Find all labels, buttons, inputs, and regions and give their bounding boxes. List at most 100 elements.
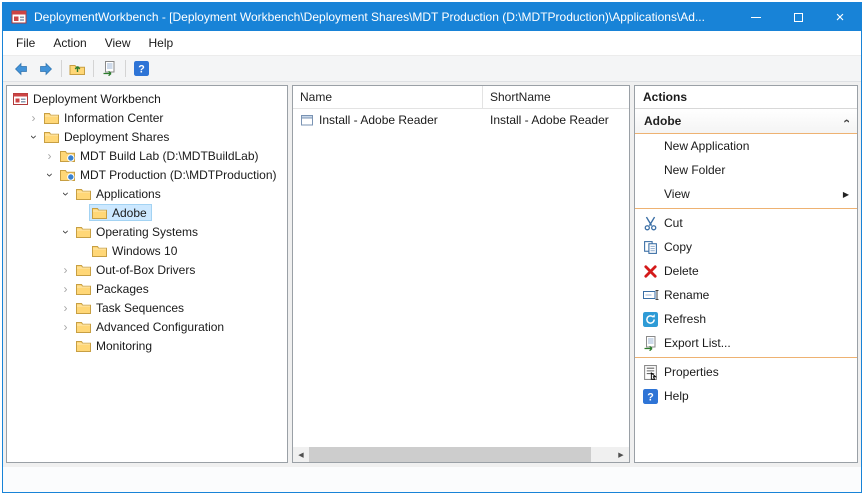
tree-item-adobe[interactable]: Adobe bbox=[7, 203, 287, 222]
folder-share-icon bbox=[60, 168, 75, 181]
tree-item-label: Advanced Configuration bbox=[96, 321, 224, 333]
action-help[interactable]: ?Help bbox=[635, 384, 857, 408]
menu-view[interactable]: View bbox=[96, 31, 140, 55]
tree-item-applications[interactable]: ›Applications bbox=[7, 184, 287, 203]
menu-file[interactable]: File bbox=[7, 31, 44, 55]
export-list-button[interactable] bbox=[97, 57, 122, 80]
action-properties[interactable]: Properties bbox=[635, 360, 857, 384]
window-title: DeploymentWorkbench - [Deployment Workbe… bbox=[34, 10, 735, 24]
tree-item-content[interactable]: MDT Production (D:\MDTProduction) bbox=[57, 166, 282, 183]
tree-item-label: Out-of-Box Drivers bbox=[96, 264, 195, 276]
menu-action[interactable]: Action bbox=[44, 31, 95, 55]
menu-help[interactable]: Help bbox=[140, 31, 183, 55]
scroll-left-button[interactable]: ◀ bbox=[293, 447, 309, 462]
chevron-collapsed-icon[interactable]: › bbox=[58, 301, 73, 315]
scroll-right-button[interactable]: ▶ bbox=[613, 447, 629, 462]
chevron-expanded-icon[interactable]: › bbox=[42, 168, 57, 182]
action-copy[interactable]: Copy bbox=[635, 235, 857, 259]
chevron-expanded-icon[interactable]: › bbox=[58, 225, 73, 239]
action-refresh[interactable]: Refresh bbox=[635, 307, 857, 331]
column-header-shortname[interactable]: ShortName bbox=[483, 86, 629, 108]
tree-item-content[interactable]: Adobe bbox=[89, 204, 152, 221]
help-button[interactable]: ? bbox=[129, 57, 154, 80]
tree-item-out-of-box-drivers[interactable]: › Out-of-Box Drivers bbox=[7, 260, 287, 279]
tree-item-label: Task Sequences bbox=[96, 302, 184, 314]
actions-group-header-adobe[interactable]: Adobe › bbox=[635, 109, 857, 134]
action-label: New Application bbox=[664, 140, 749, 152]
tree-item-windows-10[interactable]: Windows 10 bbox=[7, 241, 287, 260]
tree-item-content[interactable]: Advanced Configuration bbox=[73, 318, 229, 335]
title-bar[interactable]: DeploymentWorkbench - [Deployment Workbe… bbox=[3, 3, 861, 31]
collapse-group-icon[interactable]: › bbox=[839, 119, 853, 123]
minimize-icon bbox=[751, 17, 761, 18]
maximize-button[interactable] bbox=[777, 3, 819, 31]
tree-item-content[interactable]: Task Sequences bbox=[73, 299, 189, 316]
mmc-app-icon bbox=[11, 9, 27, 25]
list-item-name-text: Install - Adobe Reader bbox=[319, 113, 438, 127]
tree-item-content[interactable]: Deployment Shares bbox=[41, 128, 174, 145]
close-icon: × bbox=[836, 10, 845, 25]
tree-item-content[interactable]: Packages bbox=[73, 280, 154, 297]
tree-item-deployment-workbench[interactable]: Deployment Workbench bbox=[7, 89, 287, 108]
action-label: Properties bbox=[664, 366, 719, 378]
close-button[interactable]: × bbox=[819, 3, 861, 31]
action-delete[interactable]: Delete bbox=[635, 259, 857, 283]
workbench-icon bbox=[13, 92, 28, 106]
actions-group-label: Adobe bbox=[644, 114, 681, 128]
action-cut[interactable]: Cut bbox=[635, 211, 857, 235]
tree-item-content[interactable]: Information Center bbox=[41, 109, 168, 126]
action-view[interactable]: View▶ bbox=[635, 182, 857, 206]
chevron-collapsed-icon[interactable]: › bbox=[58, 263, 73, 277]
up-one-level-icon bbox=[69, 61, 86, 76]
tree-item-label: MDT Production (D:\MDTProduction) bbox=[80, 169, 277, 181]
chevron-expanded-icon[interactable]: › bbox=[58, 187, 73, 201]
tree-item-task-sequences[interactable]: › Task Sequences bbox=[7, 298, 287, 317]
back-icon bbox=[13, 61, 29, 77]
tree-item-content[interactable]: Monitoring bbox=[73, 337, 157, 354]
chevron-collapsed-icon[interactable]: › bbox=[42, 149, 57, 163]
action-rename[interactable]: Rename bbox=[635, 283, 857, 307]
chevron-collapsed-icon[interactable]: › bbox=[58, 320, 73, 334]
export-list-icon bbox=[102, 61, 117, 76]
folder-icon bbox=[76, 320, 91, 333]
tree-item-content[interactable]: MDT Build Lab (D:\MDTBuildLab) bbox=[57, 147, 264, 164]
tree-item-content[interactable]: Windows 10 bbox=[89, 242, 182, 259]
action-new-folder[interactable]: New Folder bbox=[635, 158, 857, 182]
tree-item-operating-systems[interactable]: ›Operating Systems bbox=[7, 222, 287, 241]
folder-icon bbox=[76, 225, 91, 238]
chevron-expanded-icon[interactable]: › bbox=[26, 130, 41, 144]
column-header-name[interactable]: Name bbox=[293, 86, 483, 108]
tree-item-content[interactable]: Operating Systems bbox=[73, 223, 203, 240]
up-one-level-button[interactable] bbox=[65, 57, 90, 80]
tree-item-content[interactable]: Out-of-Box Drivers bbox=[73, 261, 200, 278]
forward-button[interactable] bbox=[33, 57, 58, 80]
tree-item-information-center[interactable]: ›Information Center bbox=[7, 108, 287, 127]
forward-icon bbox=[38, 61, 54, 77]
action-export-list[interactable]: Export List... bbox=[635, 331, 857, 355]
status-bar bbox=[3, 466, 861, 492]
chevron-collapsed-icon[interactable]: › bbox=[58, 282, 73, 296]
list-item-install-adobe-reader[interactable]: Install - Adobe ReaderInstall - Adobe Re… bbox=[293, 109, 629, 130]
folder-icon bbox=[44, 111, 59, 124]
tree-item-content[interactable]: Applications bbox=[73, 185, 166, 202]
tree-item-monitoring[interactable]: Monitoring bbox=[7, 336, 287, 355]
tree-item-label: Deployment Workbench bbox=[33, 93, 161, 105]
action-new-application[interactable]: New Application bbox=[635, 134, 857, 158]
refresh-icon bbox=[643, 312, 664, 327]
tree-item-advanced-configuration[interactable]: › Advanced Configuration bbox=[7, 317, 287, 336]
action-label: Cut bbox=[664, 217, 683, 229]
scrollbar-thumb[interactable] bbox=[309, 447, 591, 462]
tree-item-packages[interactable]: ›Packages bbox=[7, 279, 287, 298]
chevron-collapsed-icon[interactable]: › bbox=[26, 111, 41, 125]
tree-item-mdt-production-d-mdtproduction[interactable]: › MDT Production (D:\MDTProduction) bbox=[7, 165, 287, 184]
tree-item-deployment-shares[interactable]: ›Deployment Shares bbox=[7, 127, 287, 146]
tree-item-content[interactable]: Deployment Workbench bbox=[10, 90, 166, 108]
back-button[interactable] bbox=[8, 57, 33, 80]
action-label: Export List... bbox=[664, 337, 731, 349]
tree-item-mdt-build-lab-d-mdtbuildlab[interactable]: ›MDT Build Lab (D:\MDTBuildLab) bbox=[7, 146, 287, 165]
action-label: Delete bbox=[664, 265, 699, 277]
minimize-button[interactable] bbox=[735, 3, 777, 31]
list-cell-name: Install - Adobe Reader bbox=[293, 113, 483, 127]
results-pane: NameShortName Install - Adobe ReaderInst… bbox=[292, 85, 630, 463]
horizontal-scrollbar[interactable]: ◀ ▶ bbox=[293, 447, 629, 462]
